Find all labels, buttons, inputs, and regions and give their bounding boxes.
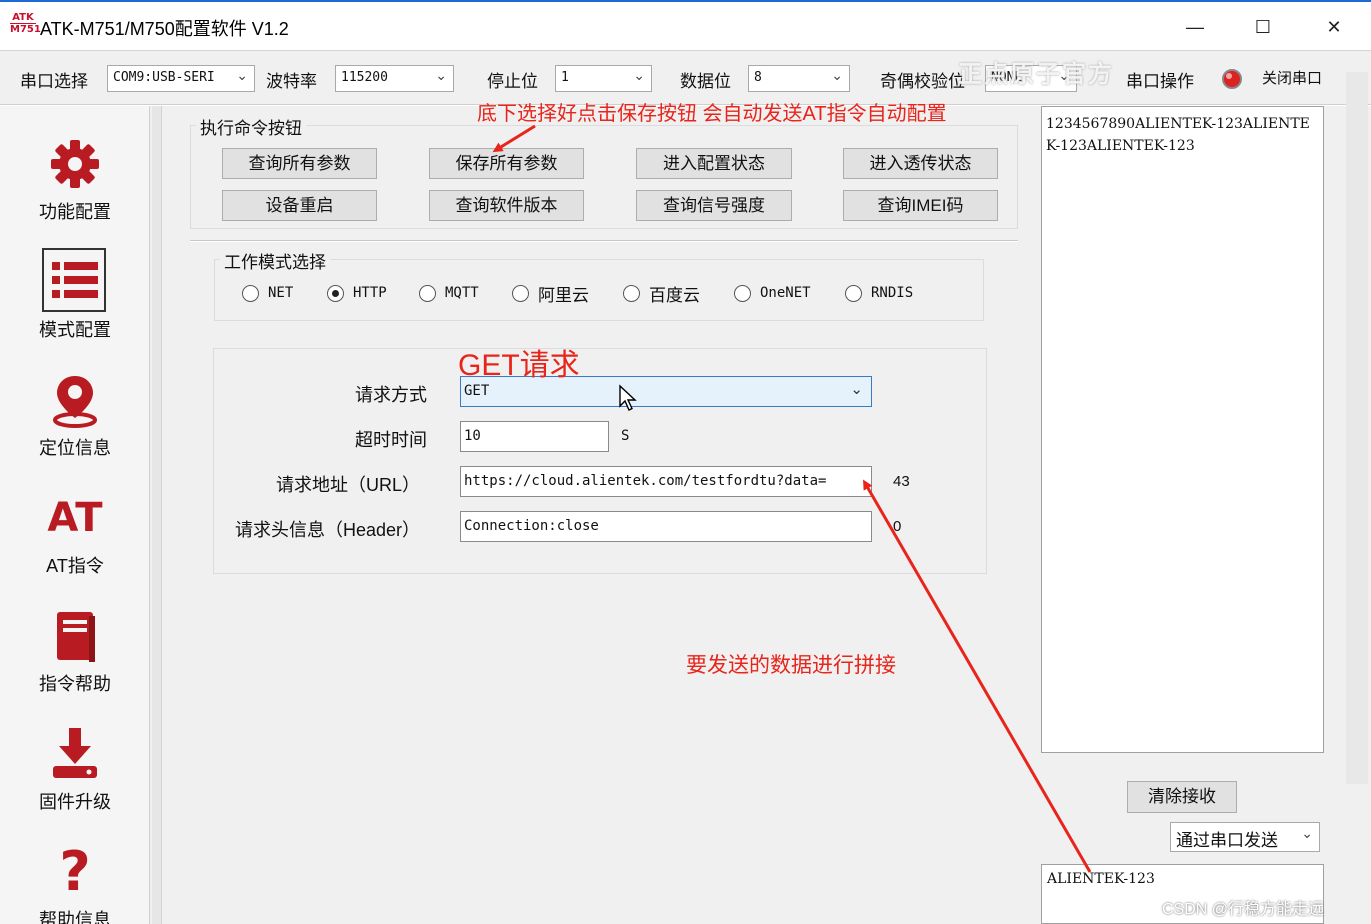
annotation-arrows: [492, 124, 1092, 873]
arrow-to-url-field: [862, 479, 1092, 873]
arrow-to-save-button: [492, 124, 536, 153]
csdn-watermark: CSDN @行稳方能走远: [1162, 901, 1325, 918]
